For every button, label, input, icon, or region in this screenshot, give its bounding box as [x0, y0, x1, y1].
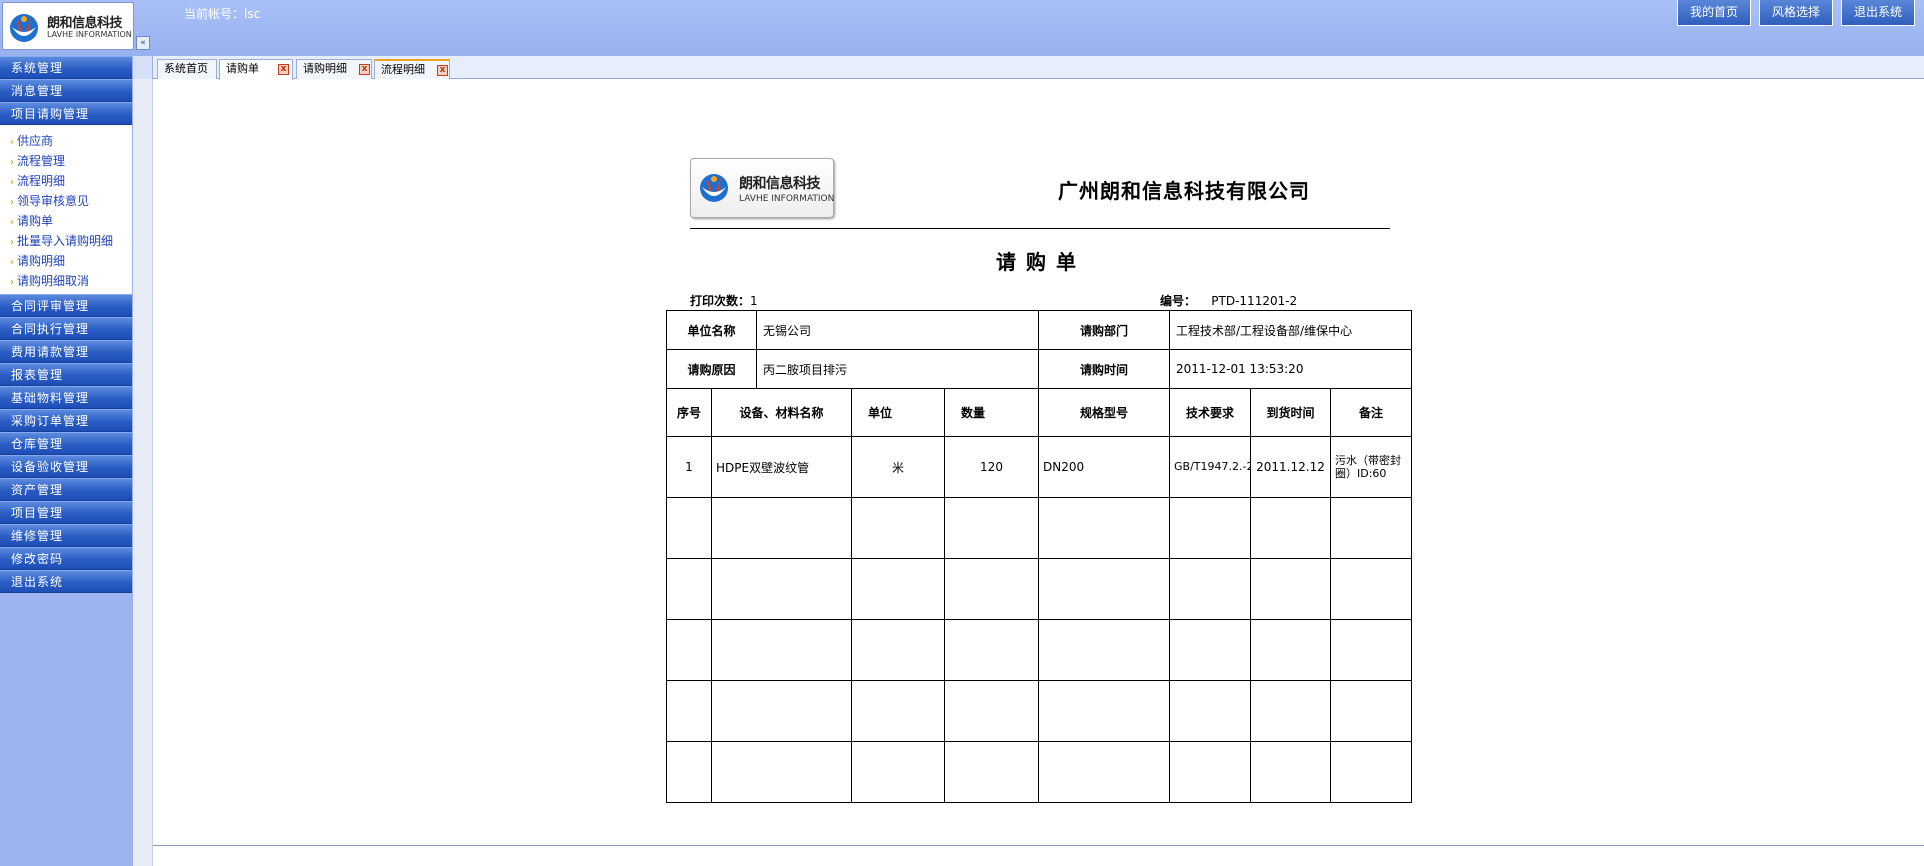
tab-scroll-left-icon[interactable]	[133, 56, 153, 79]
tab-strip: 系统首页 请购单 x 请购明细 x 流程明细 x	[133, 56, 1924, 80]
unit-value: 无锡公司	[756, 310, 1039, 350]
menu-contract-execution[interactable]: 合同执行管理	[0, 317, 132, 340]
sidebar: 系统管理 消息管理 项目请购管理 › 供应商 › 流程管理 › 流程明细 › 领导审核意…	[0, 56, 132, 866]
menu-maintenance[interactable]: 维修管理	[0, 524, 132, 547]
table-row	[666, 558, 1412, 620]
chevron-right-icon: ›	[10, 217, 14, 228]
menu-assets[interactable]: 资产管理	[0, 478, 132, 501]
tab-request-detail[interactable]: 请购明细 x	[296, 59, 372, 79]
lavhe-emblem-icon	[10, 14, 38, 42]
submenu-item-review[interactable]: › 领导审核意见	[0, 191, 132, 211]
unit-label: 单位名称	[666, 310, 757, 350]
table-row: 1 HDPE双壁波纹管 米 120 DN200 GB/T1947.2.-2004…	[666, 436, 1412, 498]
submenu-item-batch-import[interactable]: › 批量导入请购明细	[0, 231, 132, 251]
col-header-qty: 数量	[944, 388, 1039, 437]
cell-arrival: 2011.12.12	[1250, 436, 1331, 498]
company-name: 广州朗和信息科技有限公司	[1058, 179, 1310, 203]
menu-messages[interactable]: 消息管理	[0, 79, 132, 102]
cell-tech: GB/T1947.2.-2004	[1169, 436, 1251, 498]
items-table: 序号 设备、材料名称 单位 数量 规格型号 技术要求 到货时间 备注 1 HDP…	[666, 388, 1412, 803]
col-header-tech: 技术要求	[1169, 388, 1251, 437]
col-header-arrival: 到货时间	[1250, 388, 1331, 437]
table-row	[666, 680, 1412, 742]
header-bar: 朗和信息科技 LAVHE INFORMATION 当前帐号：lsc 我的首页 风…	[0, 0, 1924, 56]
table-row	[666, 497, 1412, 559]
reason-label: 请购原因	[666, 349, 757, 389]
menu-equipment-acceptance[interactable]: 设备验收管理	[0, 455, 132, 478]
close-icon[interactable]: x	[278, 64, 289, 75]
close-icon[interactable]: x	[359, 64, 370, 75]
chevron-right-icon: ›	[10, 137, 14, 148]
dept-label: 请购部门	[1038, 310, 1170, 350]
chevron-right-icon: ›	[10, 157, 14, 168]
submenu-item-supplier[interactable]: › 供应商	[0, 131, 132, 151]
col-header-spec: 规格型号	[1038, 388, 1170, 437]
cell-unit: 米	[851, 436, 945, 498]
menu-reports[interactable]: 报表管理	[0, 363, 132, 386]
print-count: 打印次数：1	[690, 294, 758, 308]
time-value: 2011-12-01 13:53:20	[1169, 349, 1412, 389]
menu-warehouse[interactable]: 仓库管理	[0, 432, 132, 455]
chevron-right-icon: ›	[10, 197, 14, 208]
logo-subtitle: LAVHE INFORMATION	[739, 194, 835, 204]
app-logo: 朗和信息科技 LAVHE INFORMATION	[2, 2, 134, 50]
home-button[interactable]: 我的首页	[1677, 0, 1752, 26]
divider	[690, 228, 1390, 229]
document-title: 请购单	[996, 250, 1086, 274]
col-header-no: 序号	[666, 388, 712, 437]
cell-remark: 污水（带密封圈）ID:60	[1330, 436, 1412, 498]
logo-subtitle: LAVHE INFORMATION	[47, 30, 132, 39]
logo-title: 朗和信息科技	[47, 16, 123, 31]
menu-projects[interactable]: 项目管理	[0, 501, 132, 524]
submenu-item-request-detail[interactable]: › 请购明细	[0, 251, 132, 271]
lavhe-emblem-icon	[700, 174, 728, 202]
logo-title: 朗和信息科技	[739, 176, 821, 192]
chevron-right-icon: ›	[10, 177, 14, 188]
submenu-item-detail-cancel[interactable]: › 请购明细取消	[0, 271, 132, 291]
dept-value: 工程技术部/工程设备部/维保中心	[1169, 310, 1412, 350]
tab-request-form[interactable]: 请购单 x	[219, 59, 293, 80]
chevron-right-icon: ›	[10, 257, 14, 268]
submenu-item-process[interactable]: › 流程管理	[0, 151, 132, 171]
reason-value: 丙二胺项目排污	[756, 349, 1039, 389]
chevron-right-icon: ›	[10, 277, 14, 288]
menu-materials[interactable]: 基础物料管理	[0, 386, 132, 409]
document-number: 编号： PTD-111201-2	[1160, 294, 1298, 308]
menu-contract-review[interactable]: 合同评审管理	[0, 294, 132, 317]
menu-expense-request[interactable]: 费用请款管理	[0, 340, 132, 363]
table-header-row: 序号 设备、材料名称 单位 数量 规格型号 技术要求 到货时间 备注	[666, 388, 1412, 437]
time-label: 请购时间	[1038, 349, 1170, 389]
vertical-scrollbar[interactable]	[133, 79, 153, 866]
document-logo: 朗和信息科技 LAVHE INFORMATION	[690, 158, 834, 218]
tab-home[interactable]: 系统首页	[157, 59, 217, 79]
col-header-unit: 单位	[851, 388, 945, 437]
current-account: 当前帐号：lsc	[184, 7, 261, 21]
menu-purchase-request[interactable]: 项目请购管理	[0, 102, 132, 125]
tab-process-detail[interactable]: 流程明细 x	[374, 59, 450, 79]
submenu-item-request-form[interactable]: › 请购单	[0, 211, 132, 231]
menu-change-password[interactable]: 修改密码	[0, 547, 132, 570]
submenu-purchase-request: › 供应商 › 流程管理 › 流程明细 › 领导审核意见 › 请购单 › 批量导入请购明细 …	[0, 125, 132, 294]
table-row	[666, 741, 1412, 803]
chevron-right-icon: ›	[10, 237, 14, 248]
logout-button[interactable]: 退出系统	[1841, 0, 1916, 26]
menu-exit[interactable]: 退出系统	[0, 570, 132, 593]
menu-purchase-orders[interactable]: 采购订单管理	[0, 409, 132, 432]
divider	[153, 845, 1924, 846]
table-row	[666, 619, 1412, 681]
request-header-table: 单位名称 无锡公司 请购部门 工程技术部/工程设备部/维保中心 请购原因 丙二胺…	[666, 310, 1412, 389]
cell-no: 1	[666, 436, 712, 498]
close-icon[interactable]: x	[437, 65, 448, 76]
cell-qty: 120	[944, 436, 1039, 498]
submenu-item-process-detail[interactable]: › 流程明细	[0, 171, 132, 191]
col-header-remark: 备注	[1330, 388, 1412, 437]
collapse-sidebar-icon[interactable]: «	[136, 36, 150, 50]
menu-system[interactable]: 系统管理	[0, 56, 132, 79]
cell-spec: DN200	[1038, 436, 1170, 498]
style-select-button[interactable]: 风格选择	[1759, 0, 1834, 26]
col-header-name: 设备、材料名称	[711, 388, 852, 437]
cell-name: HDPE双壁波纹管	[711, 436, 852, 498]
